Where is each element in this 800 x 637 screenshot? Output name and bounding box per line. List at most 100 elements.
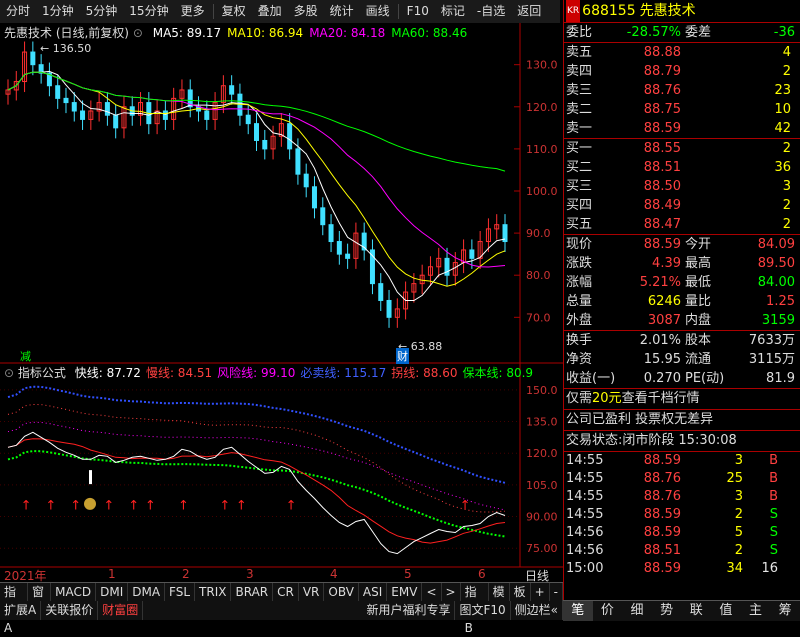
stat-label: 最低 (685, 275, 712, 290)
promo-price: 20元 (592, 391, 622, 406)
order-label: 卖五 (566, 45, 593, 60)
indicator-tab[interactable]: 板 (510, 583, 531, 602)
quote-tab[interactable]: 笔 (563, 601, 593, 621)
order-row: 买四 88.49 2 (564, 196, 800, 215)
quote-stats: 现价 88.59 今开 84.09 涨跌 4.39 最高 89.50 涨幅 5.21% 最低 84.0… (564, 235, 800, 331)
stat-value: 3159 (761, 313, 795, 328)
indicator-tab[interactable]: + (531, 583, 550, 602)
kline-chart[interactable]: 130.0120.0110.0100.090.080.070.0150.0135… (0, 23, 563, 583)
toolbar-item[interactable]: 5分钟 (80, 0, 124, 23)
indicator-tab[interactable]: OBV (324, 583, 359, 602)
indicator-label: 保本线: 80.9 (462, 366, 534, 380)
toolbar-item[interactable]: 统计 (324, 0, 360, 23)
ma-label: MA20: 84.18 (309, 26, 386, 40)
indicator-tab[interactable]: - (550, 583, 563, 602)
candle-body (245, 114, 251, 125)
moneybag-icon (84, 497, 96, 510)
quote-tab[interactable]: 联 (682, 601, 712, 621)
candle-body (30, 51, 36, 66)
order-price: 88.76 (643, 83, 681, 98)
promo-level2[interactable]: 仅需 20元 查看千档行情 (564, 389, 800, 410)
indicator-tab[interactable]: < (422, 583, 442, 602)
tick-price: 88.59 (643, 525, 681, 540)
buy-orders: 买一 88.55 2 买二 88.51 36 买三 88.50 3 买四 88.49 2 买五 88.47… (564, 139, 800, 235)
order-label: 买五 (566, 217, 593, 232)
indicator-tab[interactable]: 指标A (0, 583, 28, 635)
candle-body (71, 102, 77, 112)
indicator-tab[interactable]: 指标B (461, 583, 489, 635)
order-price: 88.75 (643, 102, 681, 117)
indicator-tab[interactable]: FSL (165, 583, 196, 602)
toolbar-item[interactable]: 多股 (288, 0, 324, 23)
extension-tab[interactable]: 财富圈 (98, 601, 144, 620)
order-label: 卖二 (566, 102, 593, 117)
toolbar-item[interactable]: 分时 (0, 0, 36, 23)
signal-bar (89, 470, 92, 485)
quote-tab[interactable]: 筹 (770, 601, 800, 621)
indicator-tab[interactable]: EMV (387, 583, 423, 602)
indicator-tick: 90.00 (526, 511, 558, 524)
trade-status: 交易状态: 闭市阶段 15:30:08 (564, 431, 800, 452)
toolbar-separator (212, 4, 214, 19)
indicator-settings-icon[interactable]: ⊙ (4, 366, 14, 380)
indicator-tick: 120.0 (526, 447, 558, 460)
indicator-tab[interactable]: ASI (359, 583, 388, 602)
indicator-tab[interactable]: MACD (51, 583, 97, 602)
extension-tab[interactable]: 侧边栏« (511, 601, 563, 620)
weibi-row: 委比 -28.57% 委差 -36 (564, 23, 800, 43)
indicator-tab[interactable]: CR (273, 583, 299, 602)
indicator-tab[interactable]: 窗口 (28, 583, 52, 617)
toolbar-item[interactable]: 复权 (216, 0, 252, 23)
indicator-tab[interactable]: VR (299, 583, 325, 602)
extension-tab[interactable]: 图文F10 (455, 601, 511, 620)
toolbar-item[interactable]: -自选 (471, 0, 511, 23)
toolbar-item[interactable]: 标记 (435, 0, 471, 23)
indicator-tab[interactable]: BRAR (231, 583, 274, 602)
toolbar-item[interactable]: 15分钟 (123, 0, 174, 23)
fundamental-value: 81.9 (766, 371, 795, 386)
price-tick: 100.0 (526, 185, 558, 198)
cai-marker[interactable]: 财 (396, 348, 409, 364)
toolbar-item[interactable]: 1分钟 (36, 0, 80, 23)
order-price: 88.55 (643, 141, 681, 156)
quote-tab[interactable]: 值 (711, 601, 741, 621)
quote-tab[interactable]: 细 (622, 601, 652, 621)
stat-value: 6246 (647, 294, 681, 309)
high-mark-value: 136.50 (52, 42, 92, 55)
indicator-tab[interactable]: > (442, 583, 461, 602)
chart-settings-icon[interactable]: ⊙ (133, 26, 143, 40)
indicator-tabs: 指标A窗口MACDDMIDMAFSLTRIXBRARCRVROBVASIEMV<… (0, 582, 563, 635)
stat-value: 84.09 (757, 237, 795, 252)
candle-body (311, 186, 317, 209)
candle-body (295, 148, 301, 175)
extension-tab[interactable]: 扩展A (0, 601, 42, 620)
order-volume: 36 (774, 160, 791, 175)
extension-tab[interactable]: 关联报价 (41, 601, 99, 620)
tick-time: 14:55 (566, 489, 604, 504)
extension-tab[interactable]: 新用户福利专享 (362, 601, 456, 620)
indicator-label: 风险线: 99.10 (217, 366, 296, 380)
order-row: 买五 88.47 2 (564, 215, 800, 234)
stat-label: 量比 (685, 294, 712, 309)
quote-tab[interactable]: 主 (741, 601, 771, 621)
order-label: 买四 (566, 198, 593, 213)
toolbar-item[interactable]: 叠加 (252, 0, 288, 23)
indicator-tab[interactable]: TRIX (195, 583, 232, 602)
kr-badge: KR (566, 0, 581, 22)
indicator-tab[interactable]: 模 (489, 583, 510, 602)
quote-tab[interactable]: 价 (593, 601, 623, 621)
toolbar-item[interactable]: 画线 (360, 0, 396, 23)
promo-prefix: 仅需 (566, 391, 593, 406)
indicator-tab[interactable]: DMA (128, 583, 166, 602)
quote-tab[interactable]: 势 (652, 601, 682, 621)
indicator-tab[interactable]: DMI (96, 583, 129, 602)
toolbar-item[interactable]: 更多 (175, 0, 211, 23)
jian-marker[interactable]: 减 (20, 348, 31, 364)
price-tick: 120.0 (526, 101, 558, 114)
price-tick: 80.0 (526, 269, 551, 282)
order-row: 买一 88.55 2 (564, 139, 800, 158)
toolbar-item[interactable]: 返回 (511, 0, 547, 23)
tick-price: 88.59 (643, 453, 681, 468)
toolbar-item[interactable]: F10 (401, 0, 435, 23)
indicator-label: 慢线: 84.51 (145, 366, 213, 380)
